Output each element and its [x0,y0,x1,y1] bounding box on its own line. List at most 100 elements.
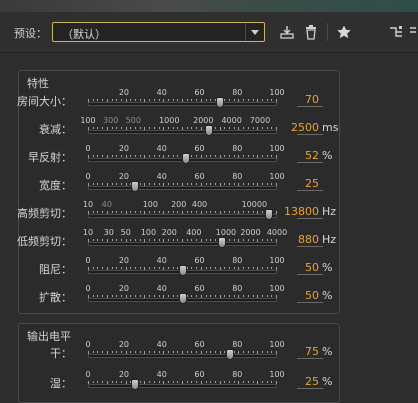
tick-mark [111,381,113,383]
tick-mark [210,183,212,185]
tick-mark [92,155,94,157]
decay-slider-handle[interactable] [204,125,213,136]
chevron-down-icon[interactable] [245,23,264,41]
tick-mark [92,99,94,101]
tick-mark [97,99,99,101]
decay-value[interactable]: 2500 [270,121,319,134]
early_reflections-value-underline [297,162,323,163]
wet-value[interactable]: 25 [270,375,319,388]
tick-mark [97,155,99,157]
low_cut-value[interactable]: 880 [270,233,319,246]
tick-mark [102,239,104,241]
tick-mark [186,381,188,383]
tick-mark [247,381,249,383]
tick-mark [224,127,226,129]
tick-mark [243,381,245,383]
damping-slider-handle[interactable] [178,265,187,276]
tick-mark [247,155,249,157]
tick-mark [210,155,212,157]
tick-mark [111,99,113,101]
slider-row-dry: 干： 0 20 40 60 80 100 75% [0,340,418,362]
scale-label: 20 [118,88,129,97]
low_cut-slider-handle[interactable] [218,237,227,248]
tick-mark [135,239,136,241]
tick-mark [243,239,245,241]
tick-mark [111,239,113,241]
tick-mark [158,381,160,383]
tick-mark [191,381,193,383]
wet-slider-track[interactable] [88,384,277,388]
tick-mark [196,239,198,241]
tick-mark [92,183,94,185]
tick-mark [120,127,122,129]
early_reflections-value[interactable]: 52 [270,149,319,162]
high_cut-unit: Hz [322,205,337,218]
preset-dropdown[interactable]: （默认） [52,22,265,42]
tick-mark [229,381,230,383]
tick-mark [233,351,235,353]
tick-mark [167,351,169,353]
tick-mark [261,239,263,241]
room_size-value[interactable]: 70 [270,93,319,106]
routing-icon[interactable] [388,24,404,40]
high_cut-scale-labels: 10 100 200 400 10000 40 [0,200,418,211]
save-preset-icon[interactable] [279,24,295,40]
scale-label: 80 [232,340,243,349]
tick-mark [214,183,216,185]
early_reflections-slider-handle[interactable] [182,153,191,164]
tick-mark [210,381,212,383]
high_cut-slider-track[interactable] [88,214,277,218]
tick-mark [205,99,207,101]
tick-mark [92,267,94,269]
tick-mark [97,295,99,297]
tick-mark [120,295,122,297]
favorite-star-icon[interactable] [336,24,352,40]
width-slider-track[interactable] [88,186,277,190]
width-slider-handle[interactable] [131,181,140,192]
damping-value[interactable]: 50 [270,261,319,274]
tick-mark [214,351,216,353]
tick-mark [102,127,104,129]
preset-label: 预设： [14,27,47,40]
dry-slider-handle[interactable] [225,349,234,360]
tick-mark [97,351,99,353]
tick-mark [247,127,249,129]
scale-label: 40 [156,256,167,265]
toolbar-divider [327,23,328,41]
scale-label: 0 [85,284,91,293]
tick-mark [149,351,151,353]
tick-mark [167,381,169,383]
tick-mark [116,211,118,213]
tick-mark [233,183,235,185]
room_size-slider-handle[interactable] [216,97,225,108]
tick-mark [120,99,122,101]
tick-mark [243,127,245,129]
tick-mark [233,381,235,383]
dry-slider-track[interactable] [88,354,277,358]
dry-value[interactable]: 75 [270,345,319,358]
damping-unit: % [322,261,333,274]
tick-mark [111,295,113,297]
tick-mark [167,295,169,297]
scale-label: 40 [156,88,167,97]
delete-preset-icon[interactable] [303,24,319,40]
diffusion-value[interactable]: 50 [270,289,319,302]
width-value[interactable]: 25 [270,177,319,190]
slider-row-diffusion: 扩散： 0 20 40 60 80 100 50% [0,284,418,306]
overflow-icon[interactable] [408,24,418,40]
tick-mark [266,351,268,353]
high_cut-value[interactable]: 13800 [270,205,319,218]
tick-mark [172,127,174,129]
room_size-slider-track[interactable] [88,102,277,106]
tick-mark [139,239,141,241]
dry-scale-labels: 0 20 40 60 80 100 [0,340,418,351]
tick-mark [116,155,118,157]
tick-mark [186,295,188,297]
wet-slider-handle[interactable] [131,379,140,390]
scale-label: 20 [118,370,129,379]
low_cut-slider-track[interactable] [88,242,277,246]
tick-mark [229,239,230,241]
decay-slider-track[interactable] [88,130,277,134]
tick-mark [243,267,245,269]
diffusion-slider-handle[interactable] [178,293,187,304]
